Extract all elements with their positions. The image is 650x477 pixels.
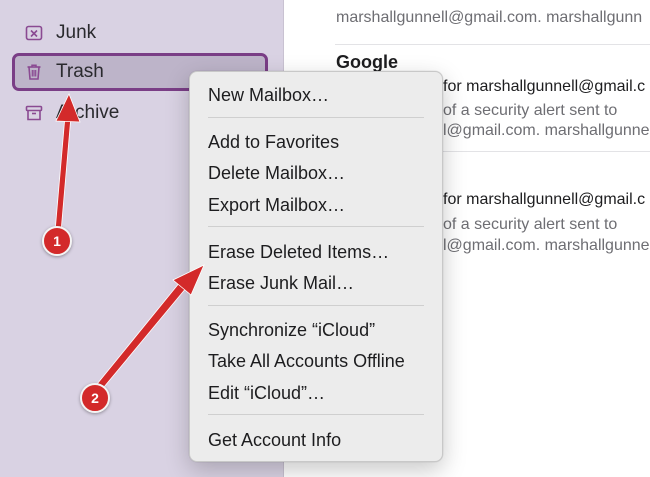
menu-item-erase-deleted-items[interactable]: Erase Deleted Items…	[208, 239, 389, 265]
menu-item-edit-icloud[interactable]: Edit “iCloud”…	[208, 380, 325, 406]
message-line: l@gmail.com. marshallgunnell	[443, 122, 650, 139]
message-sender: Google	[336, 52, 398, 72]
sidebar-item-label: Archive	[56, 102, 120, 123]
menu-separator	[208, 305, 424, 306]
step-badge-1: 1	[42, 226, 72, 256]
message-line: l@gmail.com. marshallgunnell	[443, 237, 650, 254]
menu-item-export-mailbox[interactable]: Export Mailbox…	[208, 192, 345, 218]
menu-separator	[208, 117, 424, 118]
menu-item-add-to-favorites[interactable]: Add to Favorites	[208, 129, 339, 155]
menu-separator	[208, 414, 424, 415]
message-line: for marshallgunnell@gmail.c	[443, 191, 646, 208]
junk-icon	[24, 23, 44, 43]
menu-item-erase-junk-mail[interactable]: Erase Junk Mail…	[208, 270, 354, 296]
menu-separator	[208, 226, 424, 227]
context-menu: New Mailbox… Add to Favorites Delete Mai…	[189, 71, 443, 462]
sidebar-item-label: Junk	[56, 22, 97, 43]
trash-icon	[24, 62, 44, 82]
sidebar-item-label: Trash	[56, 61, 104, 82]
message-line: of a security alert sent to	[443, 216, 618, 233]
menu-item-get-account-info[interactable]: Get Account Info	[208, 427, 341, 453]
step-badge-2: 2	[80, 383, 110, 413]
message-divider	[335, 44, 650, 45]
archive-icon	[24, 103, 44, 123]
message-line: for marshallgunnell@gmail.c	[443, 78, 646, 95]
menu-item-new-mailbox[interactable]: New Mailbox…	[208, 82, 329, 108]
menu-item-take-all-accounts-offline[interactable]: Take All Accounts Offline	[208, 348, 405, 374]
sidebar-item-junk[interactable]: Junk	[12, 14, 268, 52]
message-line: of a security alert sent to	[443, 102, 618, 119]
menu-item-synchronize-icloud[interactable]: Synchronize “iCloud”	[208, 317, 375, 343]
menu-item-delete-mailbox[interactable]: Delete Mailbox…	[208, 160, 345, 186]
message-snippet-top: marshallgunnell@gmail.com. marshallgunn	[336, 9, 643, 26]
